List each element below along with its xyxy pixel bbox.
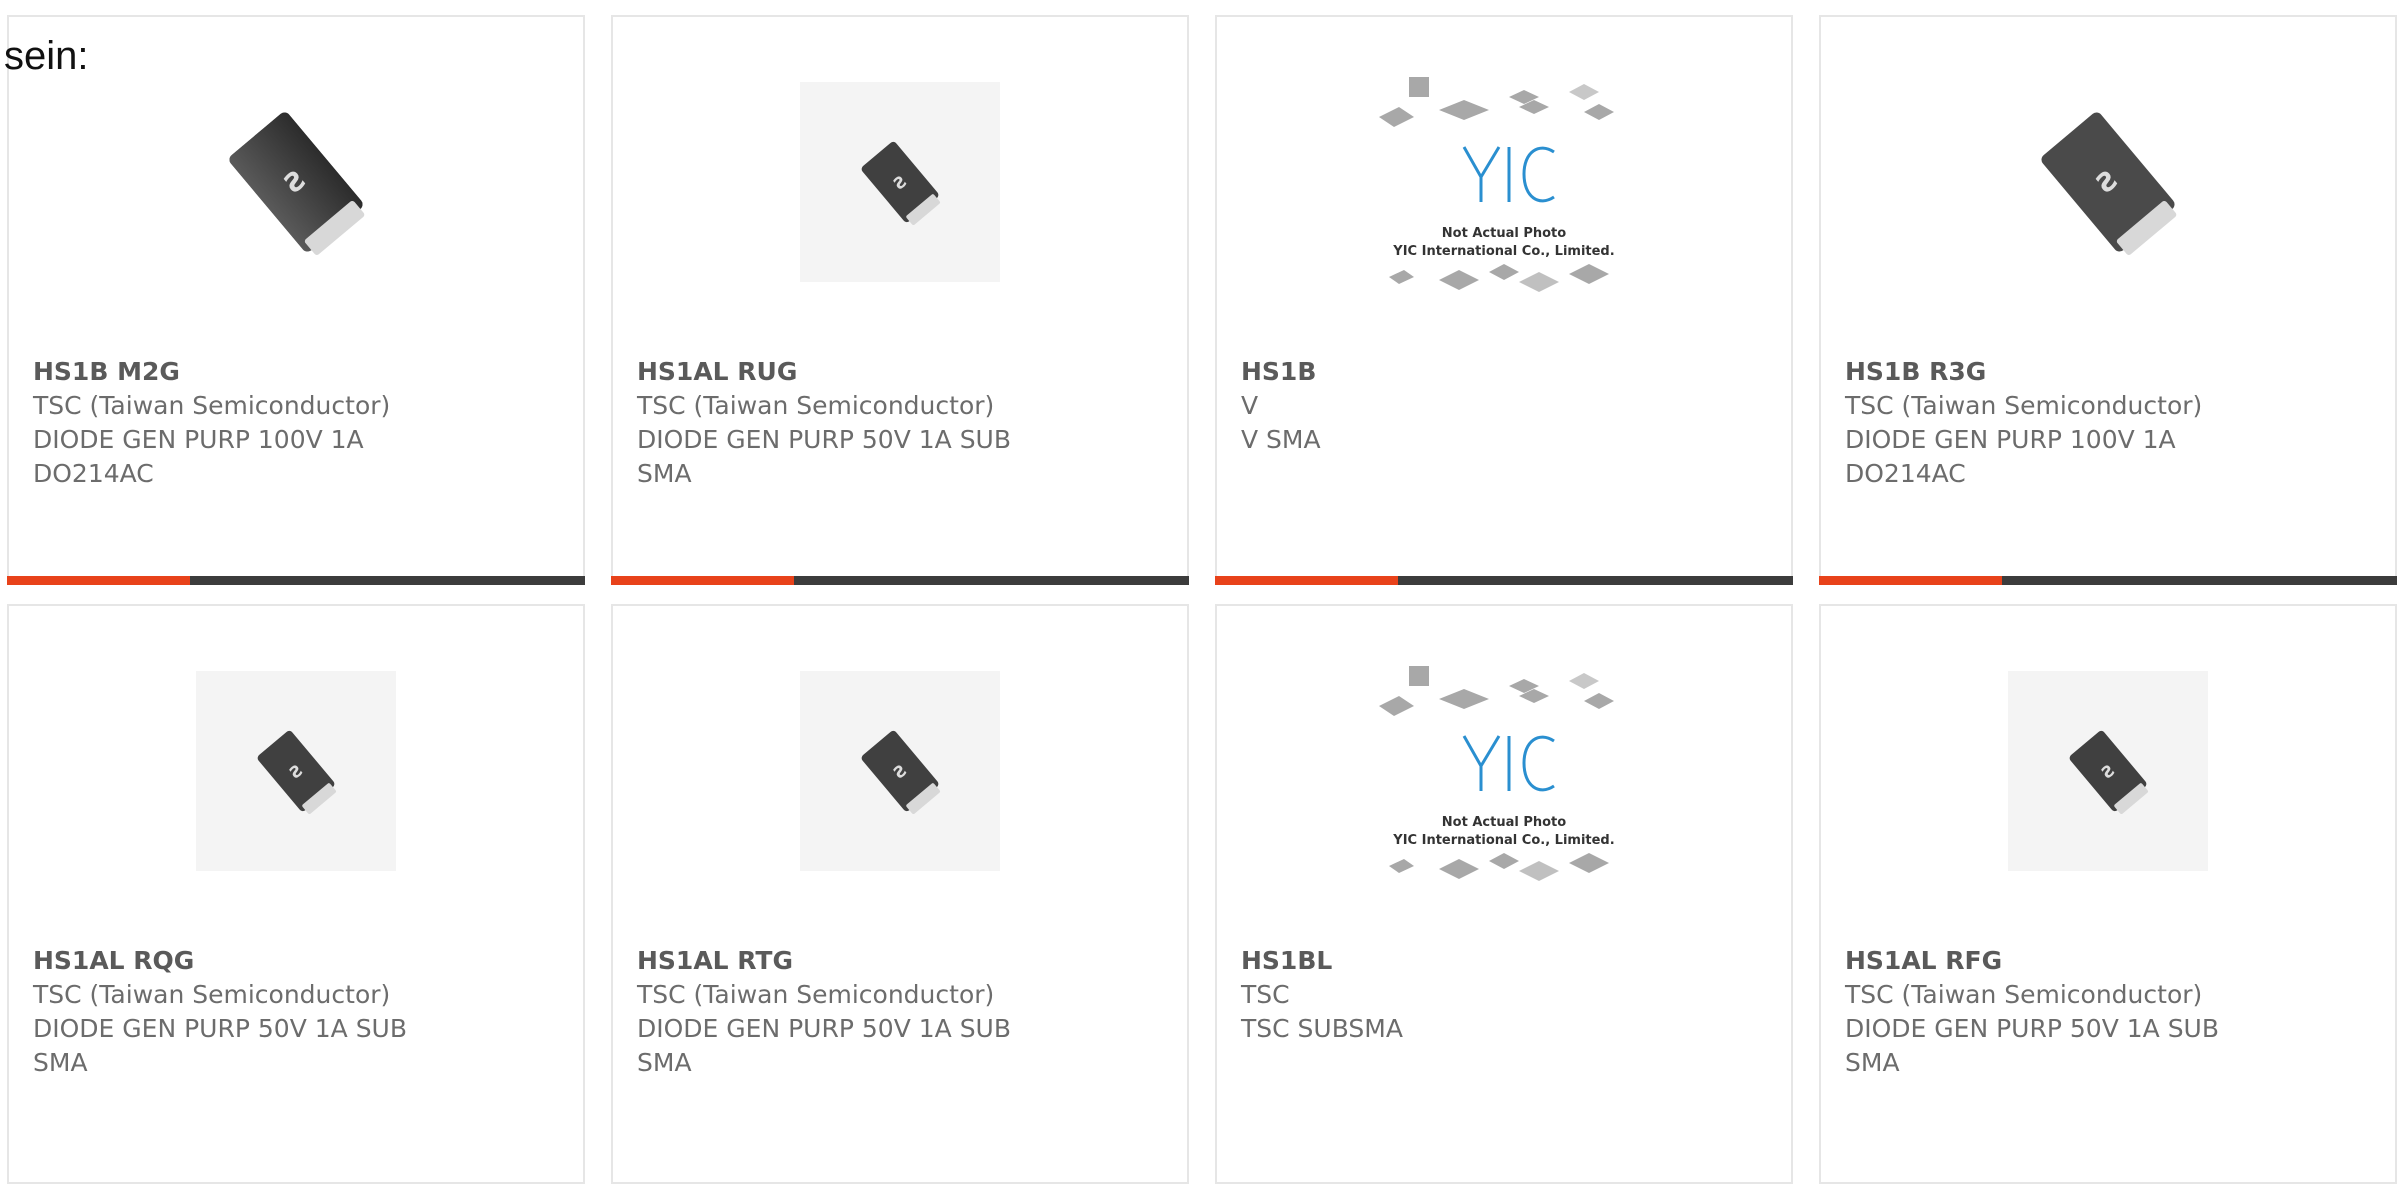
placeholder-photo-icon: Not Actual Photo YIC International Co., … xyxy=(1379,77,1615,292)
description-line: V SMA xyxy=(1241,425,1321,454)
part-number[interactable]: HS1AL RFG xyxy=(1845,944,2365,978)
diode-large-icon: Ƨ xyxy=(2041,112,2177,255)
product-card[interactable]: Ƨ HS1B R3G TSC (Taiwan Semiconductor) DI… xyxy=(1819,15,2397,585)
manufacturer: TSC xyxy=(1241,980,1290,1009)
manufacturer: TSC (Taiwan Semiconductor) xyxy=(637,980,995,1009)
photo-background: Ƨ xyxy=(196,671,396,871)
description-line: TSC SUBSMA xyxy=(1241,1014,1403,1043)
product-info: HS1BL TSC TSC SUBSMA xyxy=(1241,944,1761,1046)
product-card[interactable]: Ƨ HS1AL RTG TSC (Taiwan Semiconductor) D… xyxy=(611,604,1189,1184)
product-thumbnail[interactable]: Ƨ xyxy=(1821,651,2395,891)
photo-caption-line1: Not Actual Photo xyxy=(1442,226,1566,241)
part-number[interactable]: HS1AL RTG xyxy=(637,944,1157,978)
description-line: DIODE GEN PURP 50V 1A SUB xyxy=(637,1014,1012,1043)
product-card[interactable]: Not Actual Photo YIC International Co., … xyxy=(1215,15,1793,585)
description-line: SMA xyxy=(1845,1048,1900,1077)
card-bottom-bar xyxy=(1819,576,2397,585)
photo-background: Ƨ xyxy=(800,82,1000,282)
card-accent-bar xyxy=(611,576,794,585)
product-thumbnail[interactable]: Ƨ xyxy=(9,62,583,302)
part-number[interactable]: HS1B xyxy=(1241,355,1761,389)
description-line: DIODE GEN PURP 100V 1A xyxy=(33,425,364,454)
part-number[interactable]: HS1AL RQG xyxy=(33,944,553,978)
product-info: HS1B M2G TSC (Taiwan Semiconductor) DIOD… xyxy=(33,355,553,491)
description-line: DIODE GEN PURP 100V 1A xyxy=(1845,425,2176,454)
product-info: HS1AL RTG TSC (Taiwan Semiconductor) DIO… xyxy=(637,944,1157,1080)
product-thumbnail[interactable]: Not Actual Photo YIC International Co., … xyxy=(1217,651,1791,891)
part-number[interactable]: HS1AL RUG xyxy=(637,355,1157,389)
diode-small-icon: Ƨ xyxy=(257,730,336,814)
product-grid: Ƨ HS1B M2G TSC (Taiwan Semiconductor) DI… xyxy=(0,0,2400,1184)
product-info: HS1AL RQG TSC (Taiwan Semiconductor) DIO… xyxy=(33,944,553,1080)
manufacturer: TSC (Taiwan Semiconductor) xyxy=(33,391,391,420)
card-accent-bar xyxy=(1215,576,1398,585)
description-line: SMA xyxy=(637,1048,692,1077)
product-card[interactable]: Not Actual Photo YIC International Co., … xyxy=(1215,604,1793,1184)
diode-small-icon: Ƨ xyxy=(861,730,940,814)
diode-small-icon: Ƨ xyxy=(861,141,940,225)
product-thumbnail[interactable]: Ƨ xyxy=(1821,62,2395,302)
product-thumbnail[interactable]: Not Actual Photo YIC International Co., … xyxy=(1217,62,1791,302)
manufacturer: V xyxy=(1241,391,1259,420)
product-thumbnail[interactable]: Ƨ xyxy=(613,62,1187,302)
photo-caption-line2: YIC International Co., Limited. xyxy=(1392,244,1614,259)
photo-background: Ƨ xyxy=(2008,671,2208,871)
part-number[interactable]: HS1BL xyxy=(1241,944,1761,978)
diode-small-icon: Ƨ xyxy=(2069,730,2148,814)
photo-background: Ƨ xyxy=(800,671,1000,871)
photo-caption-line1: Not Actual Photo xyxy=(1442,815,1566,830)
intro-text: sein: xyxy=(4,34,89,78)
manufacturer: TSC (Taiwan Semiconductor) xyxy=(637,391,995,420)
product-card[interactable]: Ƨ HS1AL RUG TSC (Taiwan Semiconductor) D… xyxy=(611,15,1189,585)
part-number[interactable]: HS1B R3G xyxy=(1845,355,2365,389)
placeholder-photo-icon: Not Actual Photo YIC International Co., … xyxy=(1379,666,1615,881)
description-line: DO214AC xyxy=(33,459,154,488)
card-bottom-bar xyxy=(1215,576,1793,585)
product-thumbnail[interactable]: Ƨ xyxy=(9,651,583,891)
description-line: DO214AC xyxy=(1845,459,1966,488)
card-bottom-bar xyxy=(7,576,585,585)
manufacturer: TSC (Taiwan Semiconductor) xyxy=(1845,980,2203,1009)
product-card[interactable]: Ƨ HS1AL RFG TSC (Taiwan Semiconductor) D… xyxy=(1819,604,2397,1184)
manufacturer: TSC (Taiwan Semiconductor) xyxy=(1845,391,2203,420)
manufacturer: TSC (Taiwan Semiconductor) xyxy=(33,980,391,1009)
description-line: DIODE GEN PURP 50V 1A SUB xyxy=(1845,1014,2220,1043)
card-bottom-bar xyxy=(611,576,1189,585)
product-info: HS1AL RUG TSC (Taiwan Semiconductor) DIO… xyxy=(637,355,1157,491)
product-info: HS1AL RFG TSC (Taiwan Semiconductor) DIO… xyxy=(1845,944,2365,1080)
description-line: SMA xyxy=(637,459,692,488)
diode-large-icon: Ƨ xyxy=(229,112,365,255)
card-accent-bar xyxy=(1819,576,2002,585)
description-line: DIODE GEN PURP 50V 1A SUB xyxy=(637,425,1012,454)
product-thumbnail[interactable]: Ƨ xyxy=(613,651,1187,891)
card-accent-bar xyxy=(7,576,190,585)
description-line: DIODE GEN PURP 50V 1A SUB xyxy=(33,1014,408,1043)
product-info: HS1B V V SMA xyxy=(1241,355,1761,457)
product-card[interactable]: Ƨ HS1AL RQG TSC (Taiwan Semiconductor) D… xyxy=(7,604,585,1184)
photo-caption-line2: YIC International Co., Limited. xyxy=(1392,833,1614,848)
product-info: HS1B R3G TSC (Taiwan Semiconductor) DIOD… xyxy=(1845,355,2365,491)
product-card[interactable]: Ƨ HS1B M2G TSC (Taiwan Semiconductor) DI… xyxy=(7,15,585,585)
description-line: SMA xyxy=(33,1048,88,1077)
part-number[interactable]: HS1B M2G xyxy=(33,355,553,389)
